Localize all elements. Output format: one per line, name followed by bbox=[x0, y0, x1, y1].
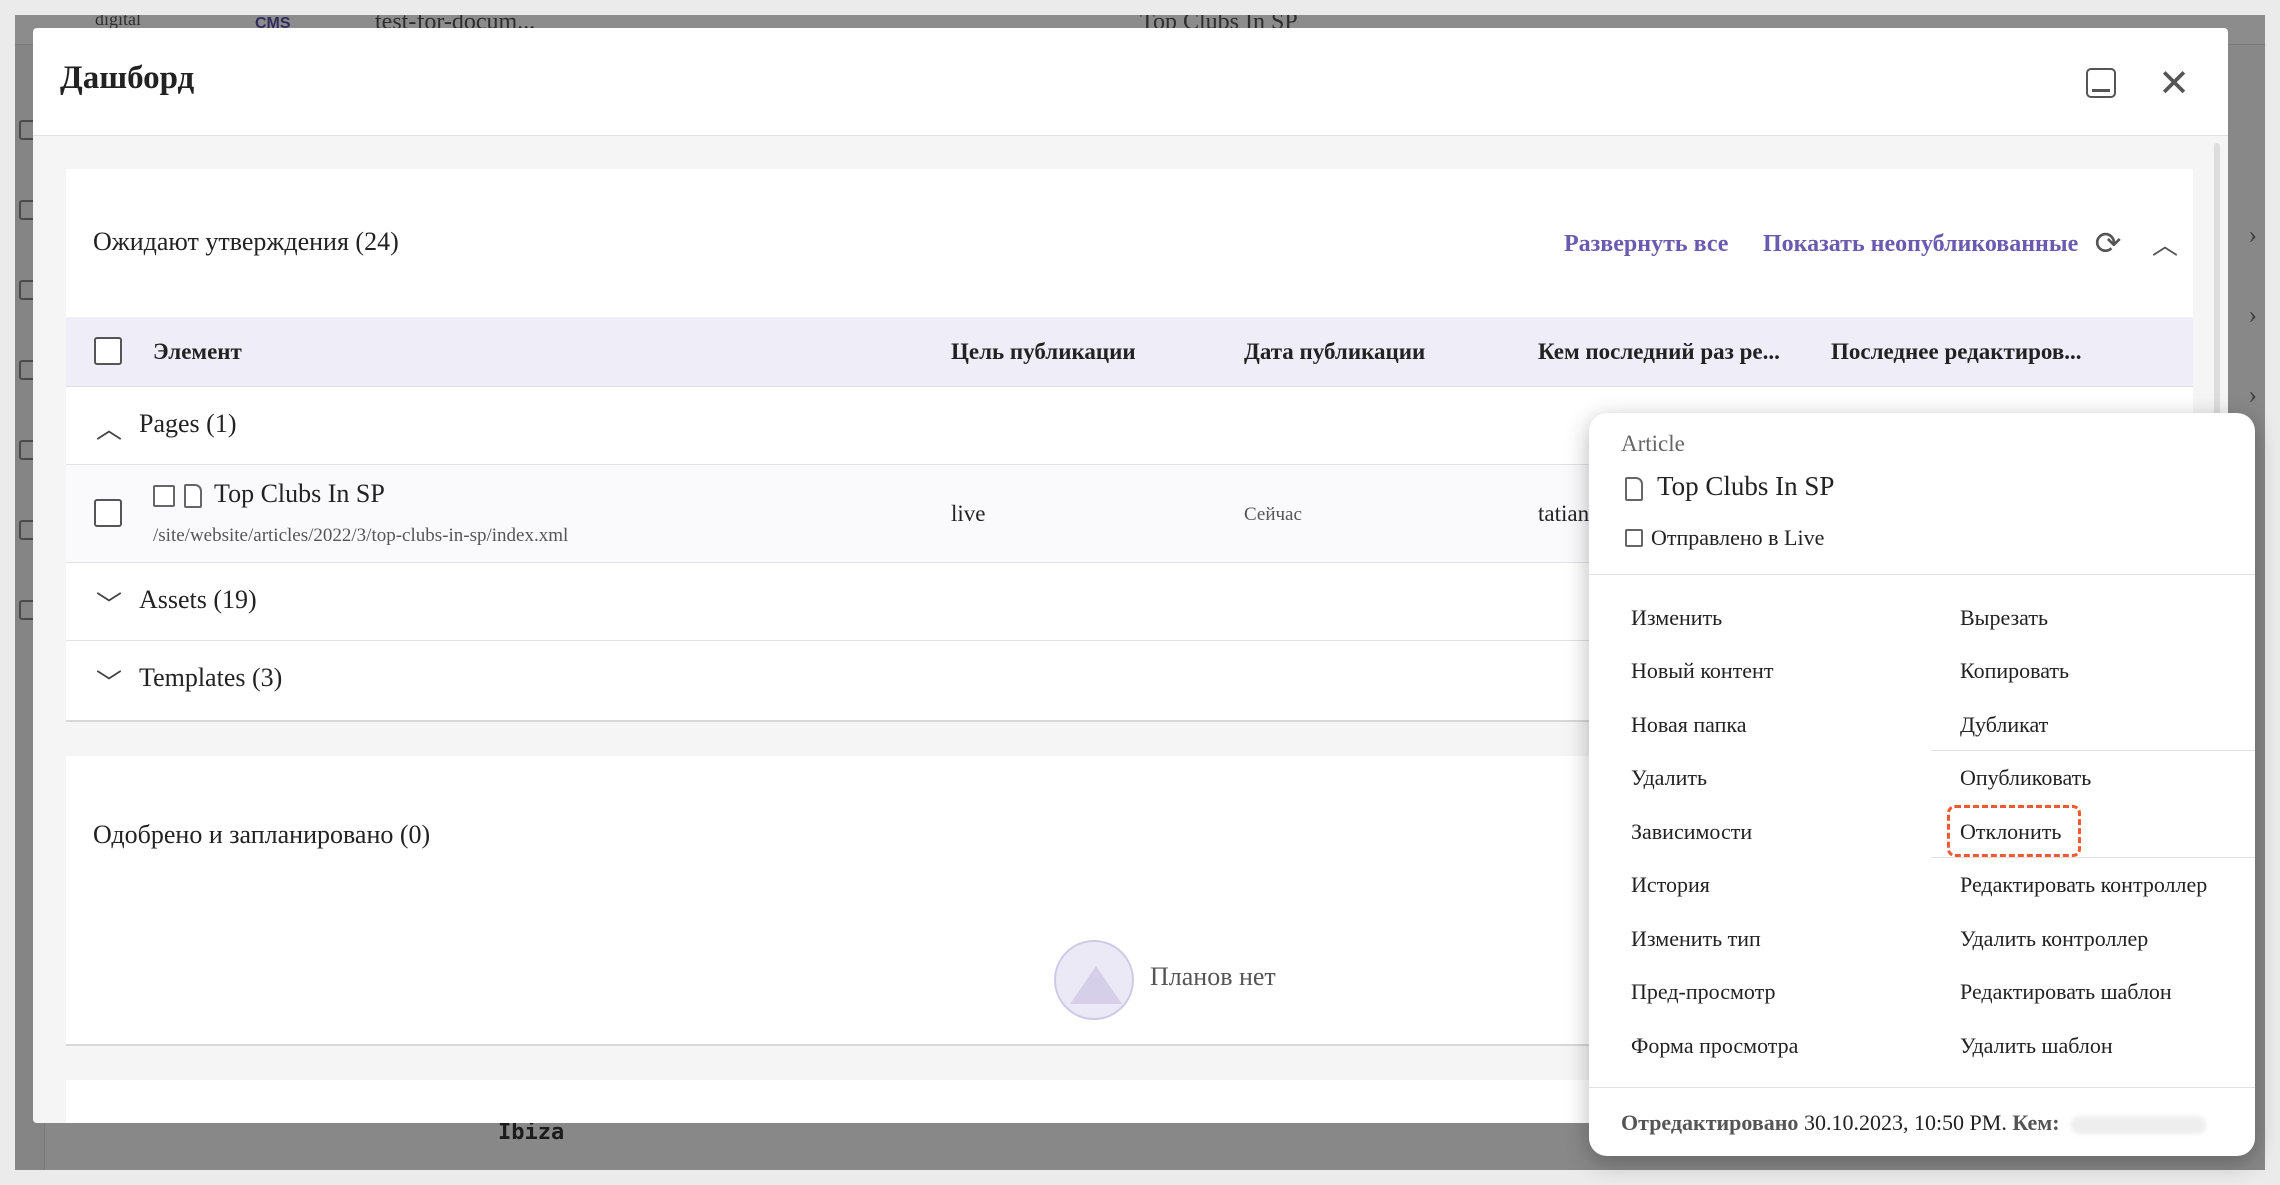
chevron-down-icon: ﹀ bbox=[96, 591, 123, 621]
menu-divider bbox=[1589, 574, 2255, 575]
workflow-status-icon bbox=[153, 485, 175, 507]
menu-delete[interactable]: Удалить bbox=[1631, 765, 1707, 791]
menu-duplicate[interactable]: Дубликат bbox=[1960, 712, 2048, 738]
menu-edit[interactable]: Изменить bbox=[1631, 605, 1722, 631]
item-date: Сейчас bbox=[1244, 504, 1302, 525]
menu-content-type: Article bbox=[1621, 431, 1685, 456]
close-button[interactable]: ✕ bbox=[2154, 63, 2194, 103]
footer-date: 30.10.2023, 10:50 PM. bbox=[1803, 1110, 2007, 1135]
refresh-icon: ⟳ bbox=[2094, 224, 2122, 262]
dialog-title: Дашборд bbox=[60, 60, 195, 96]
menu-new-content[interactable]: Новый контент bbox=[1631, 658, 1773, 684]
group-label: Templates (3) bbox=[139, 663, 283, 692]
expand-all-button[interactable]: Развернуть все bbox=[1564, 231, 1728, 258]
table-header: Элемент Цель публикации Дата публикации … bbox=[66, 317, 2193, 387]
menu-edit-controller[interactable]: Редактировать контроллер bbox=[1960, 872, 2207, 898]
minimize-button[interactable] bbox=[2081, 63, 2121, 103]
menu-publish[interactable]: Опубликовать bbox=[1960, 765, 2091, 791]
menu-item-name: Top Clubs In SP bbox=[1657, 471, 1835, 501]
approved-title: Одобрено и запланировано (0) bbox=[93, 820, 431, 849]
footer-by: Кем: bbox=[2012, 1110, 2060, 1135]
empty-state-text: Планов нет bbox=[1150, 962, 1276, 991]
minimize-icon bbox=[2086, 68, 2116, 98]
menu-delete-template[interactable]: Удалить шаблон bbox=[1960, 1033, 2113, 1059]
menu-divider bbox=[1931, 750, 2255, 751]
page-icon bbox=[1625, 477, 1643, 501]
menu-preview[interactable]: Пред-просмотр bbox=[1631, 979, 1775, 1005]
group-label: Assets (19) bbox=[139, 585, 257, 614]
column-header-target[interactable]: Цель публикации bbox=[951, 339, 1136, 365]
collapse-button[interactable]: ︿ bbox=[2145, 223, 2185, 263]
refresh-button[interactable]: ⟳ bbox=[2088, 223, 2128, 263]
menu-dependencies[interactable]: Зависимости bbox=[1631, 819, 1752, 845]
menu-delete-controller[interactable]: Удалить контроллер bbox=[1960, 926, 2148, 952]
menu-history[interactable]: История bbox=[1631, 872, 1710, 898]
footer-label: Отредактировано bbox=[1621, 1110, 1799, 1135]
redacted-username bbox=[2071, 1115, 2207, 1134]
menu-cut[interactable]: Вырезать bbox=[1960, 605, 2048, 631]
reject-highlight bbox=[1947, 805, 2081, 857]
menu-edit-template[interactable]: Редактировать шаблон bbox=[1960, 979, 2172, 1005]
menu-divider bbox=[1589, 1087, 2255, 1088]
column-header-item[interactable]: Элемент bbox=[153, 339, 242, 365]
dialog-header: Дашборд ✕ bbox=[33, 28, 2228, 136]
group-label: Pages (1) bbox=[139, 409, 237, 438]
show-unpublished-button[interactable]: Показать неопубликованные bbox=[1763, 231, 2078, 258]
select-all-checkbox[interactable] bbox=[94, 337, 122, 365]
item-path: /site/website/articles/2022/3/top-clubs-… bbox=[153, 525, 569, 546]
column-header-date[interactable]: Дата публикации bbox=[1244, 339, 1425, 365]
column-header-last-editor[interactable]: Кем последний раз ре... bbox=[1538, 339, 1780, 365]
workflow-status-icon bbox=[1625, 529, 1643, 547]
menu-change-type[interactable]: Изменить тип bbox=[1631, 926, 1761, 952]
row-checkbox[interactable] bbox=[94, 499, 122, 527]
menu-item-status: Отправлено в Live bbox=[1651, 525, 1825, 550]
close-icon: ✕ bbox=[2158, 61, 2190, 105]
item-target: live bbox=[951, 501, 986, 526]
chevron-up-icon: ︿ bbox=[96, 415, 123, 445]
menu-form-view[interactable]: Форма просмотра bbox=[1631, 1033, 1798, 1059]
menu-divider bbox=[1931, 857, 2255, 858]
menu-footer: Отредактировано 30.10.2023, 10:50 PM. Ке… bbox=[1621, 1110, 2207, 1136]
item-editor: tatian bbox=[1538, 501, 1590, 526]
item-title[interactable]: Top Clubs In SP bbox=[214, 479, 385, 509]
empty-state-illustration bbox=[1054, 940, 1134, 1020]
column-header-last-edited[interactable]: Последнее редактиров... bbox=[1831, 339, 2081, 365]
page-icon bbox=[184, 484, 202, 508]
menu-new-folder[interactable]: Новая папка bbox=[1631, 712, 1747, 738]
item-context-menu: Article Top Clubs In SP Отправлено в Liv… bbox=[1589, 413, 2255, 1156]
menu-copy[interactable]: Копировать bbox=[1960, 658, 2069, 684]
chevron-down-icon: ﹀ bbox=[96, 669, 123, 699]
pending-title: Ожидают утверждения (24) bbox=[93, 227, 399, 256]
chevron-up-icon: ︿ bbox=[2151, 230, 2178, 261]
